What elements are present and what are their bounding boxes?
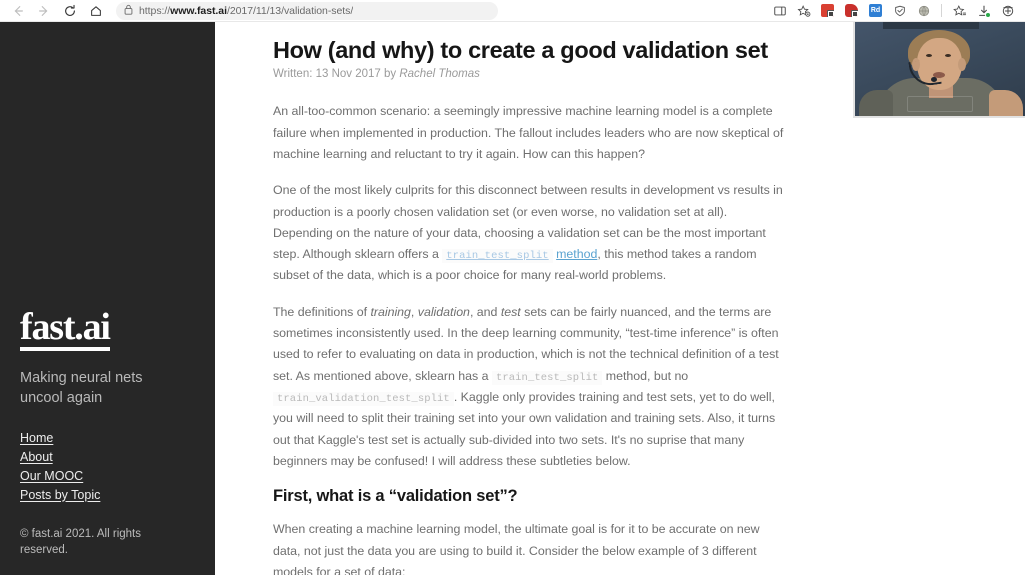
method-link[interactable]: method	[556, 247, 597, 261]
split-screen-icon[interactable]	[768, 1, 791, 21]
home-button[interactable]	[84, 1, 108, 21]
toolbar-separator	[941, 4, 942, 17]
sidebar-nav: Home About Our MOOC Posts by Topic	[20, 431, 195, 502]
p3-italic-test: test	[500, 304, 521, 319]
webcam-arm-left	[859, 90, 893, 116]
paragraph-1: An all-too-common scenario: a seemingly …	[273, 104, 784, 161]
webcam-shelf	[883, 22, 979, 29]
sidebar-item-our-mooc[interactable]: Our MOOC	[20, 469, 83, 483]
byline: Written: 13 Nov 2017 by Rachel Thomas	[273, 68, 788, 80]
globe-icon[interactable]	[912, 1, 935, 21]
webcam-shirt-print	[907, 96, 973, 112]
webcam-mic-tip	[931, 77, 937, 82]
extension-red-two-icon[interactable]	[840, 1, 863, 21]
extension-red-one-icon[interactable]	[816, 1, 839, 21]
sidebar-item-home[interactable]: Home	[20, 431, 53, 445]
section-heading: First, what is a “validation set”?	[273, 487, 518, 506]
downloads-status-dot	[985, 11, 991, 18]
p3-text-a: The definitions of	[273, 304, 371, 319]
p3-text-c: , and	[469, 304, 501, 319]
train-test-split-code: train_test_split	[491, 370, 603, 385]
sidebar-item-about[interactable]: About	[20, 450, 53, 464]
collections-add-icon[interactable]	[792, 1, 815, 21]
byline-author: Rachel Thomas	[399, 68, 480, 81]
byline-prefix: Written: 13 Nov 2017 by	[273, 68, 400, 81]
refresh-button[interactable]	[58, 1, 82, 21]
copyright-text: © fast.ai 2021. All rights reserved.	[20, 527, 141, 557]
reddit-extension-icon[interactable]: Rd	[864, 1, 887, 21]
extension-badge	[851, 10, 858, 17]
paragraph-3: The definitions of training, validation,…	[273, 302, 788, 473]
lock-icon	[124, 2, 133, 20]
train-test-split-code-link[interactable]: train_test_split	[442, 249, 553, 264]
webcam-overlay[interactable]	[853, 22, 1025, 118]
fastai-logo[interactable]: fast.ai	[20, 308, 111, 351]
sidebar-item-posts-by-topic[interactable]: Posts by Topic	[20, 488, 100, 502]
downloads-icon[interactable]	[972, 1, 995, 21]
page-viewport: fast.ai Making neural nets uncool again …	[0, 22, 1025, 575]
toolbar-icon-group: Rd	[768, 1, 1025, 21]
extension-badge	[827, 10, 834, 17]
back-button[interactable]	[6, 1, 30, 21]
p3-text-e: method, but no	[602, 368, 689, 383]
address-bar[interactable]: https://www.fast.ai/2017/11/13/validatio…	[116, 1, 498, 20]
forward-button[interactable]	[32, 1, 56, 21]
webcam-eye-right	[945, 54, 951, 57]
webcam-eye-left	[926, 54, 932, 57]
page-title: How (and why) to create a good validatio…	[273, 37, 768, 63]
article-body: How (and why) to create a good validatio…	[273, 36, 788, 575]
url-text: https://www.fast.ai/2017/11/13/validatio…	[139, 4, 354, 17]
collections-icon[interactable]	[996, 1, 1019, 21]
navigation-buttons	[0, 1, 108, 21]
site-sidebar: fast.ai Making neural nets uncool again …	[0, 22, 215, 575]
webcam-ear-right	[958, 58, 966, 71]
p3-italic-validation: validation	[417, 304, 470, 319]
paragraph-4: When creating a machine learning model, …	[273, 522, 760, 575]
site-tagline: Making neural nets uncool again	[20, 369, 143, 407]
favorites-star-icon[interactable]	[948, 1, 971, 21]
paragraph-2: One of the most likely culprits for this…	[273, 180, 788, 287]
browser-toolbar: https://www.fast.ai/2017/11/13/validatio…	[0, 0, 1025, 22]
shield-icon[interactable]	[888, 1, 911, 21]
train-validation-test-split-code: train_validation_test_split	[273, 392, 454, 407]
p3-text-b: ,	[410, 304, 418, 319]
p3-italic-training: training	[370, 304, 411, 319]
